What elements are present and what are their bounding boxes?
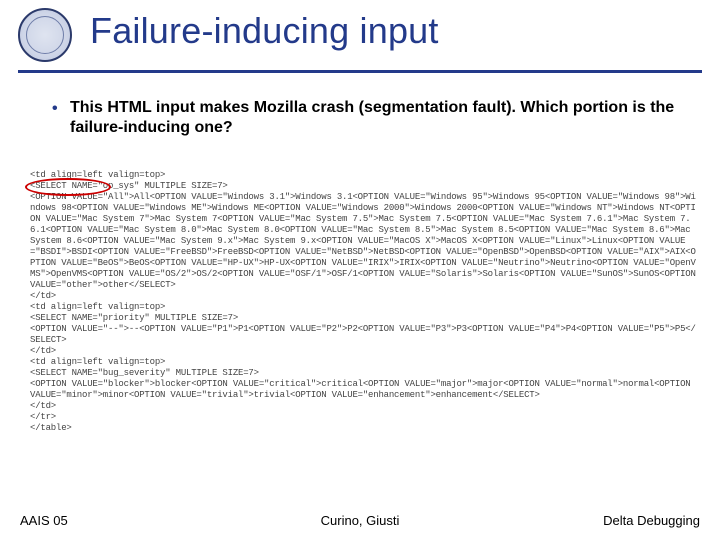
code-line: <OPTION VALUE="--">--<OPTION VALUE="P1">… — [30, 324, 696, 346]
code-line: <td align=left valign=top> — [30, 357, 696, 368]
code-line: <td align=left valign=top> — [30, 170, 696, 181]
code-line: </td> — [30, 401, 696, 412]
slide: Failure-inducing input • This HTML input… — [0, 0, 720, 540]
code-line: <OPTION VALUE="All">All<OPTION VALUE="Wi… — [30, 192, 696, 291]
university-seal-logo — [18, 8, 72, 62]
bullet-content: This HTML input makes Mozilla crash (seg… — [70, 99, 674, 136]
code-line: <td align=left valign=top> — [30, 302, 696, 313]
code-line: </tr> — [30, 412, 696, 423]
code-line: <SELECT NAME="op_sys" MULTIPLE SIZE=7> — [30, 181, 696, 192]
code-line: <OPTION VALUE="blocker">blocker<OPTION V… — [30, 379, 696, 401]
footer-center: Curino, Giusti — [321, 513, 400, 528]
bullet-marker-icon: • — [52, 99, 58, 119]
slide-title: Failure-inducing input — [90, 10, 439, 52]
code-line: <SELECT NAME="priority" MULTIPLE SIZE=7> — [30, 313, 696, 324]
title-underline — [18, 70, 702, 73]
code-line: </td> — [30, 346, 696, 357]
bullet-text: • This HTML input makes Mozilla crash (s… — [70, 98, 690, 139]
code-line: </table> — [30, 423, 696, 434]
footer-right: Delta Debugging — [603, 513, 700, 528]
code-line: <SELECT NAME="bug_severity" MULTIPLE SIZ… — [30, 368, 696, 379]
html-code-block: <td align=left valign=top><SELECT NAME="… — [30, 170, 696, 434]
footer-left: AAIS 05 — [20, 513, 68, 528]
code-line: </td> — [30, 291, 696, 302]
